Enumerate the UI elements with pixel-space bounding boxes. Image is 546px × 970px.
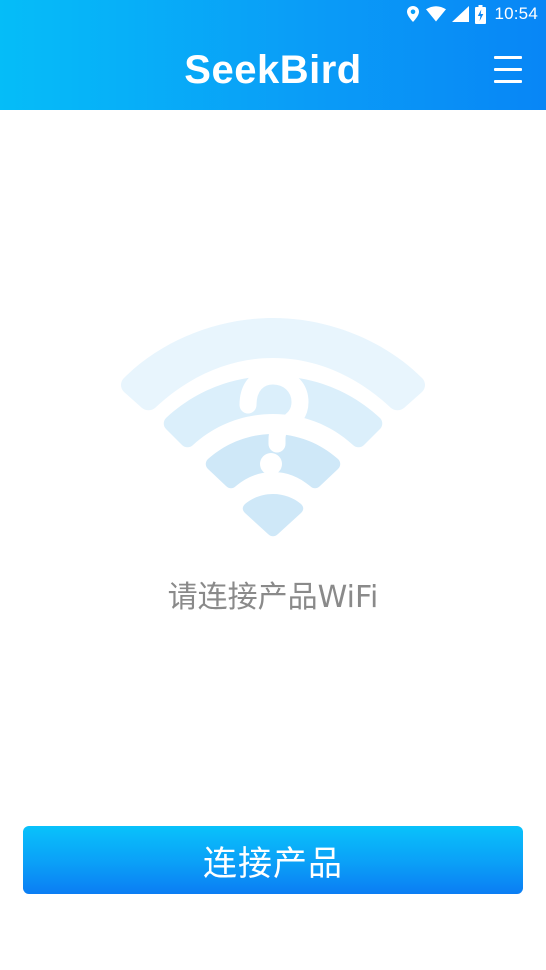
- hamburger-menu-line: [494, 68, 522, 71]
- battery-charging-icon: [475, 4, 487, 24]
- location-icon: [406, 5, 420, 23]
- app-title: SeekBird: [184, 48, 362, 92]
- wifi-signal-icon: [426, 6, 447, 22]
- app-screen: 10:54 SeekBird 请连接产品WiFi 连接产品: [0, 0, 546, 970]
- status-bar: 10:54: [0, 0, 546, 28]
- hamburger-menu-icon: [494, 56, 522, 59]
- status-time: 10:54: [494, 4, 538, 23]
- hamburger-menu-line: [494, 80, 522, 83]
- connect-wifi-prompt: 请连接产品WiFi: [167, 580, 379, 615]
- wifi-question-icon: [118, 310, 428, 540]
- menu-button[interactable]: [494, 56, 522, 84]
- app-header: 10:54 SeekBird: [0, 0, 546, 110]
- status-icons: 10:54: [406, 3, 538, 25]
- cell-signal-icon: [452, 6, 470, 22]
- wifi-bottom-wedge: [242, 494, 304, 537]
- connect-product-button[interactable]: 连接产品: [23, 826, 523, 894]
